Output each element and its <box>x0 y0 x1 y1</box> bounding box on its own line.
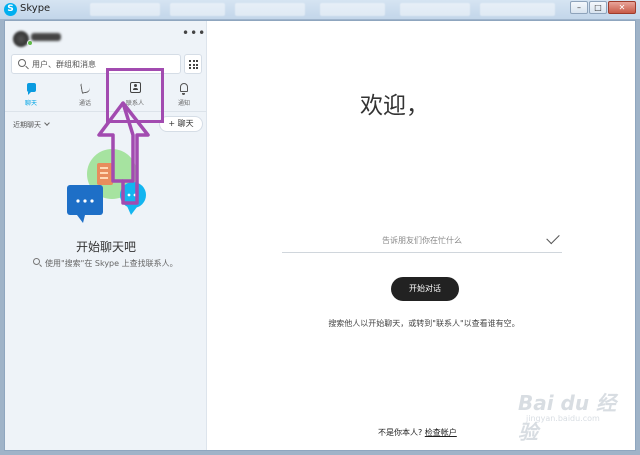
background-taskbar-item <box>90 3 160 16</box>
search-icon <box>33 258 40 265</box>
start-conversation-button[interactable]: 开始对话 <box>391 277 459 301</box>
annotation-highlight-box <box>106 68 164 123</box>
window-controls: – □ ✕ <box>570 1 636 14</box>
minimize-button[interactable]: – <box>570 1 588 14</box>
watermark-url: jingyan.baidu.com <box>526 414 600 423</box>
sidebar: ••• 聊天 通话 联系人 通知 <box>5 21 207 450</box>
not-you-line: 不是你本人? 检查帐户 <box>378 427 457 438</box>
title-bar: S Skype – □ ✕ <box>0 0 640 20</box>
maximize-button[interactable]: □ <box>589 1 607 14</box>
search-hint-text: 搜索他人以开始聊天，或转到"联系人"以查看谁有空。 <box>328 319 520 328</box>
mood-message-input[interactable] <box>282 229 562 253</box>
background-taskbar-item <box>170 3 225 16</box>
not-you-prefix: 不是你本人? <box>378 428 423 437</box>
watermark-logo: Bai du 经验 jingyan.baidu.com <box>518 385 628 444</box>
empty-state-title: 开始聊天吧 <box>75 240 136 254</box>
empty-state-hint: 使用"搜索"在 Skype 上查找联系人。 <box>45 259 178 268</box>
close-button[interactable]: ✕ <box>608 1 636 14</box>
background-taskbar-item <box>235 3 305 16</box>
skype-logo-icon: S <box>4 3 17 16</box>
background-taskbar-item <box>320 3 385 16</box>
background-taskbar-item <box>480 3 555 16</box>
empty-chat-illustration <box>67 101 150 223</box>
background-taskbar-item <box>400 3 470 16</box>
welcome-heading: 欢迎， <box>360 93 429 119</box>
check-account-link[interactable]: 检查帐户 <box>425 428 457 437</box>
window-title: Skype <box>20 3 51 14</box>
